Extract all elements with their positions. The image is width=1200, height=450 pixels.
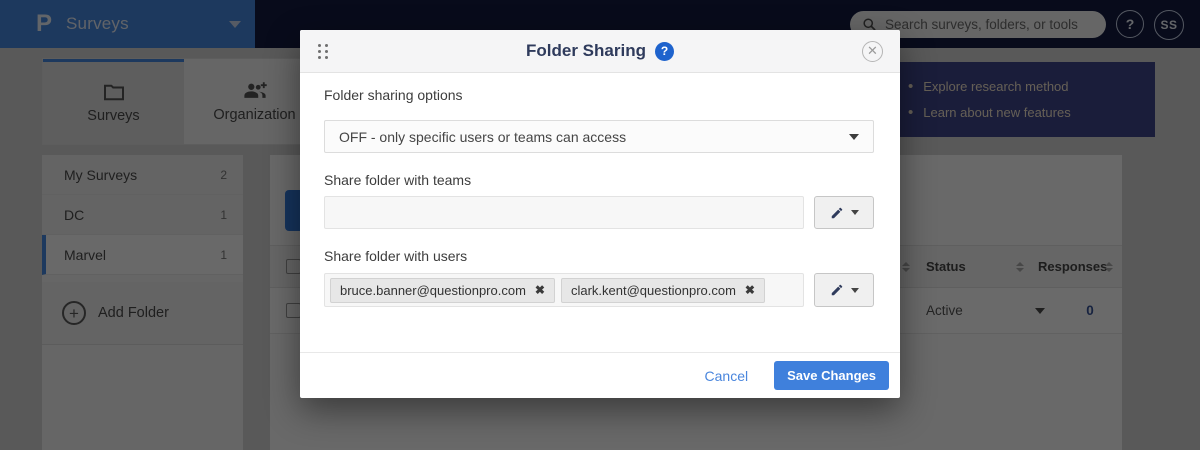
user-tag-email: clark.kent@questionpro.com <box>571 283 736 298</box>
sharing-options-value: OFF - only specific users or teams can a… <box>339 129 626 145</box>
pencil-icon <box>830 206 844 220</box>
modal-title: Folder Sharing <box>526 41 646 61</box>
chevron-down-icon <box>851 210 859 215</box>
close-icon[interactable]: ✕ <box>862 41 883 62</box>
pencil-icon <box>830 283 844 297</box>
share-users-label: Share folder with users <box>324 248 467 264</box>
modal-header: Folder Sharing ? ✕ <box>300 30 900 73</box>
chevron-down-icon <box>849 134 859 140</box>
surveys-page: P Surveys Search surveys, folders, or to… <box>0 0 1200 450</box>
share-teams-label: Share folder with teams <box>324 172 471 188</box>
edit-users-button[interactable] <box>814 273 874 307</box>
remove-tag-icon[interactable]: ✖ <box>745 283 755 297</box>
remove-tag-icon[interactable]: ✖ <box>535 283 545 297</box>
cancel-button[interactable]: Cancel <box>705 368 749 384</box>
folder-sharing-modal: Folder Sharing ? ✕ Folder sharing option… <box>300 30 900 398</box>
modal-footer: Cancel Save Changes <box>300 352 900 398</box>
user-tag: bruce.banner@questionpro.com ✖ <box>330 278 555 303</box>
sharing-options-label: Folder sharing options <box>324 87 463 103</box>
edit-teams-button[interactable] <box>814 196 874 229</box>
share-users-input[interactable]: bruce.banner@questionpro.com ✖ clark.ken… <box>324 273 804 307</box>
share-teams-input[interactable] <box>324 196 804 229</box>
user-tag-email: bruce.banner@questionpro.com <box>340 283 526 298</box>
chevron-down-icon <box>851 288 859 293</box>
user-tag: clark.kent@questionpro.com ✖ <box>561 278 765 303</box>
modal-help-icon[interactable]: ? <box>655 42 674 61</box>
save-changes-button[interactable]: Save Changes <box>774 361 889 390</box>
sharing-options-select[interactable]: OFF - only specific users or teams can a… <box>324 120 874 153</box>
